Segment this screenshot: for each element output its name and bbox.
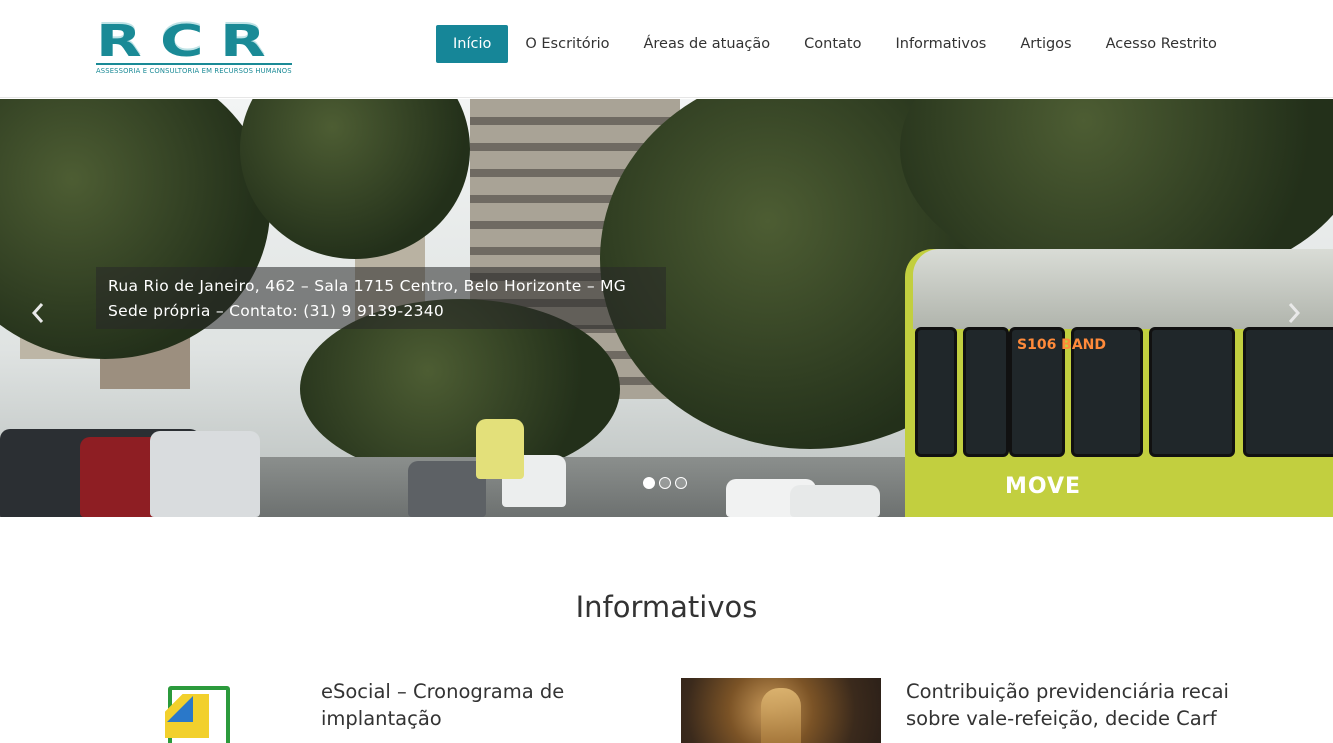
slide-dot-2[interactable] (659, 477, 671, 489)
document-icon[interactable] (165, 686, 231, 743)
slide-dot-1[interactable] (643, 477, 655, 489)
caption-contact: Sede própria – Contato: (31) 9 9139-2340 (108, 302, 445, 320)
bus-window (915, 327, 957, 457)
bus-window (1243, 327, 1333, 457)
slide-caption: Rua Rio de Janeiro, 462 – Sala 1715 Cent… (96, 267, 666, 329)
logo-letter: R (220, 16, 269, 67)
car (150, 431, 260, 517)
rcr-logo[interactable]: R C R ASSESSORIA E CONSULTORIA EM RECURS… (96, 16, 296, 78)
nav-item-o-escritorio[interactable]: O Escritório (508, 25, 626, 63)
bus-brand: MOVE (1005, 474, 1082, 499)
car (408, 461, 486, 517)
site-header: R C R ASSESSORIA E CONSULTORIA EM RECURS… (0, 0, 1333, 98)
justice-statue-photo[interactable] (681, 678, 881, 743)
nav-item-areas-de-atuacao[interactable]: Áreas de atuação (627, 25, 788, 63)
bus-destination: S106 BAND (1017, 337, 1107, 353)
main-nav: Início O Escritório Áreas de atuação Con… (436, 25, 1234, 63)
news-title-esocial[interactable]: eSocial – Cronograma de implantação (321, 678, 621, 732)
news-title-contribuicao[interactable]: Contribuição previdenciária recai sobre … (906, 678, 1266, 732)
chevron-right-icon (1288, 303, 1301, 323)
prev-slide-button[interactable] (28, 298, 48, 328)
slide-dot-3[interactable] (675, 477, 687, 489)
logo-wordmark: R C R (96, 16, 296, 67)
logo-letter: R (96, 16, 145, 67)
city-bus: S106 BAND MOVE (905, 249, 1333, 517)
small-bus (476, 419, 524, 479)
hero-slider: S106 BAND MOVE Rua Rio de Janeiro, 462 –… (0, 99, 1333, 517)
statue-figure (761, 688, 801, 743)
logo-letter: C (159, 16, 207, 67)
logo-tagline: ASSESSORIA E CONSULTORIA EM RECURSOS HUM… (96, 67, 292, 75)
nav-item-artigos[interactable]: Artigos (1003, 25, 1088, 63)
bus-window (963, 327, 1009, 457)
nav-item-inicio[interactable]: Início (436, 25, 509, 63)
car (790, 485, 880, 517)
caption-address: Rua Rio de Janeiro, 462 – Sala 1715 Cent… (108, 277, 627, 295)
bus-window (1149, 327, 1235, 457)
bus-roof (913, 249, 1333, 329)
next-slide-button[interactable] (1284, 298, 1304, 328)
nav-item-contato[interactable]: Contato (787, 25, 878, 63)
chevron-left-icon (31, 303, 44, 323)
nav-item-acesso-restrito[interactable]: Acesso Restrito (1089, 25, 1234, 63)
section-title-informativos: Informativos (575, 590, 758, 624)
slide-indicators (643, 477, 687, 489)
nav-item-informativos[interactable]: Informativos (878, 25, 1003, 63)
